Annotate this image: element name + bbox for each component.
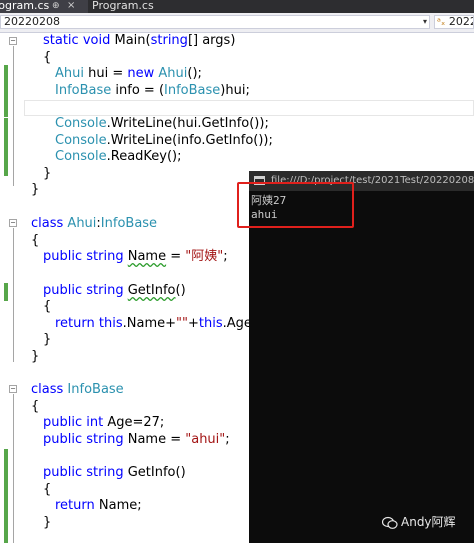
code-line: Ahui hui = new Ahui(); [55, 66, 202, 81]
output-highlight-box [237, 182, 354, 228]
project-dropdown[interactable]: 20220208 ▾ [0, 15, 430, 29]
change-indicator [4, 118, 8, 176]
code-line: } [31, 349, 40, 364]
collapse-icon[interactable]: − [9, 385, 17, 393]
code-line: { [31, 399, 40, 414]
tab-program-cs[interactable]: Program.cs [92, 0, 154, 13]
code-line: InfoBase info = (InfoBase)hui; [55, 83, 250, 98]
outline-line [13, 228, 14, 362]
code-line: } [43, 166, 52, 181]
project-dropdown-value: 20220208 [4, 15, 60, 28]
navigation-bar: 20220208 ▾ ᵃₓ 20220208 [0, 13, 474, 33]
code-line: class InfoBase [31, 382, 124, 397]
change-indicator [4, 65, 8, 117]
code-line: public int Age=27; [43, 415, 165, 430]
code-line: public string GetInfo() [43, 465, 186, 480]
code-line: { [31, 233, 40, 248]
code-line: class Ahui:InfoBase [31, 216, 158, 231]
outline-line [13, 394, 14, 543]
code-line: public string Name = "阿姨"; [43, 249, 228, 264]
tab-program-cs-active[interactable]: rogram.cs ⊕ × [0, 0, 88, 13]
code-line: return Name; [55, 498, 142, 513]
collapse-icon[interactable]: − [9, 37, 17, 45]
tab-label: rogram.cs [0, 0, 50, 12]
code-line: return this.Name+""+this.Age; [55, 316, 257, 331]
namespace-icon: ᵃₓ [437, 17, 446, 28]
namespace-dropdown-value: 20220208 [448, 15, 473, 28]
watermark: Andy阿辉 [382, 513, 456, 531]
code-line: { [43, 482, 52, 497]
tab-label: Program.cs [92, 0, 154, 12]
code-line: { [43, 50, 52, 65]
code-line: Console.WriteLine(hui.GetInfo()); [55, 116, 269, 131]
code-line: public string Name = "ahui"; [43, 432, 230, 447]
watermark-text: Andy阿辉 [401, 515, 456, 529]
change-indicator [4, 283, 8, 301]
collapse-icon[interactable]: − [9, 219, 17, 227]
chevron-down-icon[interactable]: ▾ [423, 16, 427, 28]
close-icon[interactable]: × [67, 0, 75, 12]
code-line: } [43, 515, 52, 530]
outline-line [13, 46, 14, 186]
code-line: } [43, 332, 52, 347]
code-line: static void Main(string[] args) [43, 33, 236, 48]
pin-icon[interactable]: ⊕ [52, 0, 60, 12]
code-line: Console.WriteLine(info.GetInfo()); [55, 133, 273, 148]
document-tab-strip: rogram.cs ⊕ × Program.cs [0, 0, 474, 13]
code-line: public string GetInfo() [43, 283, 186, 298]
code-line: { [43, 299, 52, 314]
wechat-icon [382, 516, 398, 529]
namespace-dropdown[interactable]: ᵃₓ 20220208 [434, 15, 474, 29]
current-line-highlight [24, 100, 474, 116]
code-line: Console.ReadKey(); [55, 149, 182, 164]
change-indicator [4, 449, 8, 543]
code-line: } [31, 182, 40, 197]
